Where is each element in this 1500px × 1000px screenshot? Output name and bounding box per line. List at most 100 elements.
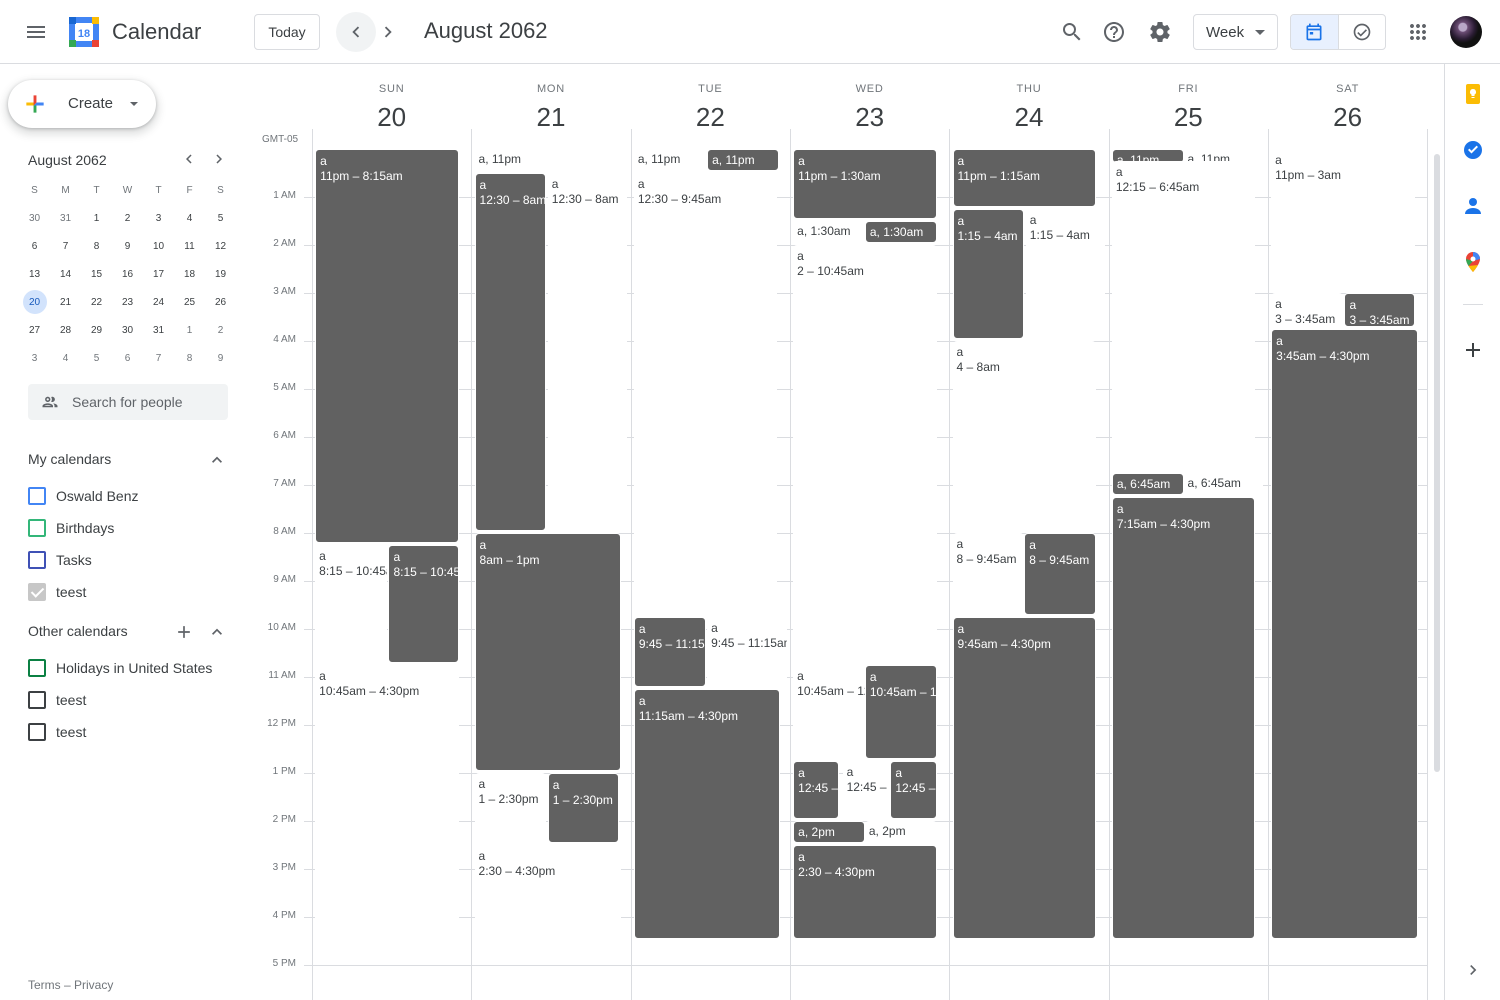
calendar-event[interactable]: a12:45 – 2pm [890,761,937,819]
calendar-checkbox[interactable] [28,691,46,709]
mini-calendar-next-month-button[interactable] [206,146,232,172]
mini-calendar-day[interactable]: 31 [50,204,81,232]
mini-calendar-day[interactable]: 24 [143,288,174,316]
expand-panel-chevron-icon[interactable] [1463,960,1483,980]
calendar-list-item[interactable]: teest [28,580,238,604]
calendar-event[interactable]: a 8am – 1pm [474,533,622,771]
mini-calendar-day[interactable]: 9 [205,344,236,372]
mini-calendar-day[interactable]: 13 [19,260,50,288]
mini-calendar-day[interactable]: 22 [81,288,112,316]
calendar-checkbox[interactable] [28,487,46,505]
calendar-event[interactable]: a 11pm – 1:30am [793,149,937,219]
calendar-event[interactable]: a 7:15am – 4:30pm [1111,497,1256,939]
calendar-event[interactable]: a3 – 3:45am [1344,293,1415,327]
calendar-event[interactable]: a 11:15am – 4:30pm [633,689,781,939]
mini-calendar-day[interactable]: 1 [81,204,112,232]
calendar-checkbox[interactable] [28,519,46,537]
get-addons-plus-icon[interactable] [1461,338,1485,362]
calendar-event[interactable]: a 9:45am – 4:30pm [952,617,1096,939]
account-avatar[interactable] [1450,16,1482,48]
calendar-list-item[interactable]: Oswald Benz [28,484,238,508]
mini-calendar-day[interactable]: 15 [81,260,112,288]
mini-calendar-day[interactable]: 3 [143,204,174,232]
calendar-event[interactable]: a3 – 3:45am [1271,293,1343,327]
mini-calendar-day[interactable]: 26 [205,288,236,316]
calendar-event[interactable]: a, 1:30am [864,221,937,243]
calendar-event[interactable]: a 12:30 – 9:45am [633,173,778,615]
mini-calendar-day[interactable]: 9 [112,232,143,260]
mini-calendar-day[interactable]: 28 [50,316,81,344]
maps-icon[interactable] [1461,250,1485,274]
calendar-event[interactable]: a10:45am – 12:45pm [793,665,865,759]
mini-calendar-day[interactable]: 16 [112,260,143,288]
mini-calendar-day[interactable]: 23 [112,288,143,316]
calendar-list-item[interactable]: Tasks [28,548,238,572]
mini-calendar-day[interactable]: 30 [19,204,50,232]
calendar-event[interactable]: a12:45 – 2pm [842,761,891,819]
search-for-people-input[interactable]: Search for people [28,384,228,420]
terms-privacy-links[interactable]: Terms – Privacy [28,978,113,992]
mini-calendar-day[interactable]: 5 [205,204,236,232]
calendar-event[interactable]: a, 11pm [707,149,779,171]
calendar-checkbox[interactable] [28,659,46,677]
calendar-event[interactable]: a8:15 – 10:45am [315,545,387,663]
calendar-event[interactable]: a 2:30 – 4:30pm [474,845,622,939]
calendar-event[interactable]: a8 – 9:45am [952,533,1025,615]
calendar-checkbox[interactable] [28,583,46,601]
calendar-event[interactable]: a8 – 9:45am [1024,533,1096,615]
calendar-event[interactable]: a 1:15 – 4am [1025,209,1106,339]
calendar-event[interactable]: a 10:45am – 4:30pm [315,665,459,939]
view-switcher-dropdown[interactable]: Week [1193,14,1278,50]
mini-calendar-day[interactable]: 14 [50,260,81,288]
mini-calendar-day[interactable]: 25 [174,288,205,316]
calendar-event[interactable]: a 12:15 – 6:45am [1111,161,1256,471]
calendar-event[interactable]: a9:45 – 11:15am [707,617,787,687]
calendar-event[interactable]: a 11pm – 8:15am [315,149,459,543]
mini-calendar-day[interactable]: 4 [174,204,205,232]
calendar-event[interactable]: a 11pm – 3am [1271,149,1415,291]
other-calendars-collapse-button[interactable] [205,620,229,644]
grid-scrollbar[interactable] [1434,154,1440,772]
mini-calendar-day[interactable]: 12 [205,232,236,260]
mini-calendar-day[interactable]: 8 [174,344,205,372]
calendar-event[interactable]: a, 11pm [633,149,706,171]
tasks-view-toggle[interactable] [1337,15,1385,49]
google-apps-button[interactable] [1398,12,1438,52]
today-button[interactable]: Today [254,14,320,50]
calendar-event[interactable]: a10:45am – 12:45pm [864,665,937,759]
calendar-event[interactable]: a, 6:45am [1183,473,1264,495]
calendar-view-toggle[interactable] [1291,15,1338,49]
calendar-event[interactable]: a12:45 – 2pm [793,761,840,819]
search-button[interactable] [1052,12,1092,52]
calendar-event[interactable]: a1 – 2:30pm [547,773,620,843]
mini-calendar-day[interactable]: 8 [81,232,112,260]
mini-calendar-day[interactable]: 30 [112,316,143,344]
calendar-event[interactable]: a 2:30 – 4:30pm [793,845,937,939]
calendar-event[interactable]: a, 6:45am [1111,473,1184,495]
calendar-event[interactable]: a 12:30 – 8am [547,173,628,531]
calendar-event[interactable]: a 11pm – 1:15am [952,149,1096,207]
mini-calendar-day[interactable]: 1 [174,316,205,344]
mini-calendar-day[interactable]: 31 [143,316,174,344]
calendar-event[interactable]: a, 11pm [474,149,571,171]
mini-calendar-day[interactable]: 17 [143,260,174,288]
calendar-event[interactable]: a, 1:30am [793,221,865,243]
mini-calendar-day[interactable]: 3 [19,344,50,372]
calendar-event[interactable]: a8:15 – 10:45am [388,545,459,663]
calendar-event[interactable]: a, 2pm [793,821,865,843]
main-menu-button[interactable] [16,12,56,52]
calendar-event[interactable]: a 3:45am – 4:30pm [1271,329,1418,939]
mini-calendar-day[interactable]: 2 [112,204,143,232]
calendar-event[interactable]: a9:45 – 11:15am [633,617,706,687]
calendar-event[interactable]: a 1:15 – 4am [952,209,1025,339]
calendar-event[interactable]: a1 – 2:30pm [474,773,547,843]
mini-calendar-day[interactable]: 7 [50,232,81,260]
mini-calendar-day[interactable]: 4 [50,344,81,372]
mini-calendar-previous-month-button[interactable] [176,146,202,172]
mini-calendar-day[interactable]: 7 [143,344,174,372]
mini-calendar-day-selected[interactable]: 20 [19,288,50,316]
mini-calendar-day[interactable]: 6 [112,344,143,372]
calendar-event[interactable]: a4 – 8am [952,341,1096,531]
calendar-checkbox[interactable] [28,723,46,741]
keep-icon[interactable] [1461,82,1485,106]
